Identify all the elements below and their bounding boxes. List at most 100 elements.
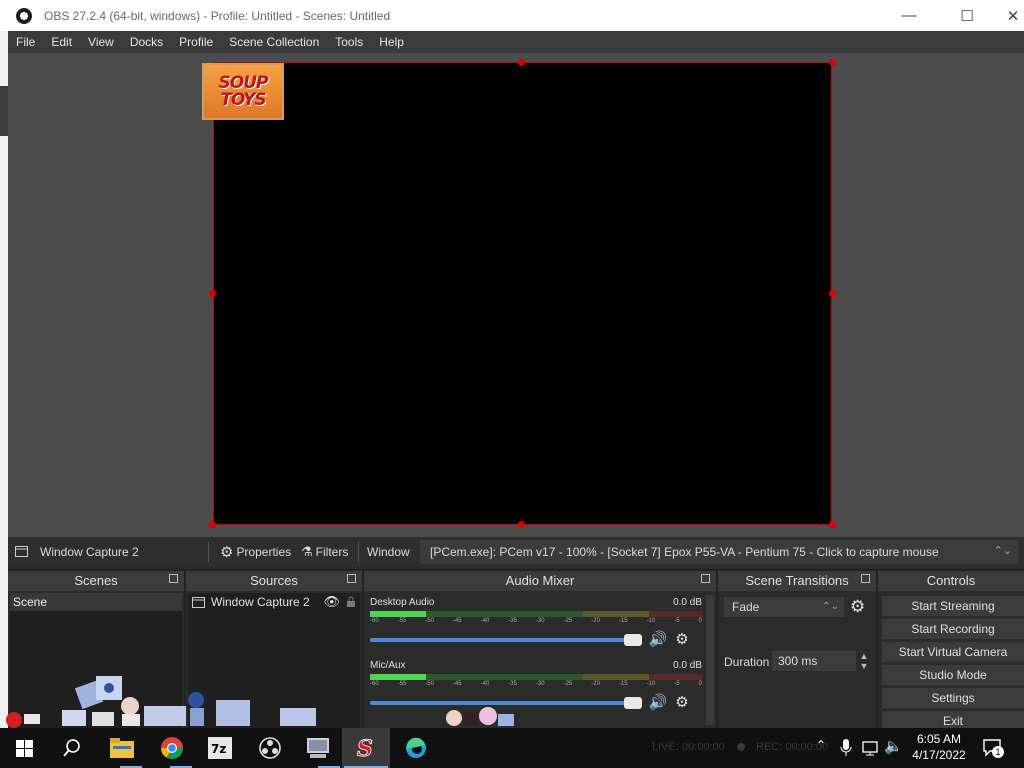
resize-handle-top[interactable] — [518, 59, 525, 66]
window-select[interactable]: [PCem.exe]: PCem v17 - 100% - [Socket 7]… — [420, 540, 1018, 564]
source-item[interactable]: Window Capture 2 👁 — [188, 593, 360, 611]
resize-handle-top-right[interactable] — [829, 59, 836, 66]
taskbar-obs[interactable] — [246, 728, 294, 768]
undock-icon[interactable] — [347, 574, 356, 583]
speaker-icon[interactable]: 🔊 — [648, 631, 668, 649]
scene-transitions-title: Scene Transitions — [745, 573, 849, 588]
tick: -60 — [370, 618, 379, 624]
track-db: 0.0 dB — [673, 660, 702, 671]
undock-icon[interactable] — [169, 574, 178, 583]
volume-slider-knob[interactable] — [624, 634, 642, 646]
gear-icon[interactable]: ⚙ — [850, 597, 865, 617]
resize-handle-right[interactable] — [829, 290, 836, 297]
soup-toys-logo: SOUP TOYS — [202, 63, 284, 120]
tick: 0 — [698, 681, 702, 687]
resize-handle-bottom[interactable] — [518, 521, 525, 528]
sources-title: Sources — [250, 573, 298, 588]
settings-button[interactable]: Settings — [882, 688, 1024, 708]
start-recording-button[interactable]: Start Recording — [882, 619, 1024, 639]
menu-help[interactable]: Help — [371, 31, 412, 53]
start-streaming-button[interactable]: Start Streaming — [882, 596, 1024, 616]
folder-icon — [110, 738, 134, 758]
toolbar-divider — [208, 542, 209, 562]
exit-button[interactable]: Exit — [882, 711, 1024, 728]
menu-docks[interactable]: Docks — [122, 31, 171, 53]
controls-header: Controls — [878, 571, 1024, 591]
scenes-title: Scenes — [74, 573, 118, 588]
chevron-updown-icon: ⌃⌄ — [993, 545, 1012, 557]
menu-profile[interactable]: Profile — [171, 31, 221, 53]
taskbar-edge[interactable] — [392, 728, 440, 768]
volume-meter — [370, 611, 702, 617]
transition-select[interactable]: Fade ⌃⌄ — [724, 597, 844, 617]
menu-tools[interactable]: Tools — [327, 31, 371, 53]
taskbar-soup-toys[interactable]: S — [342, 728, 390, 768]
notifications-button[interactable]: 1 — [982, 738, 1004, 758]
window-capture-icon — [15, 546, 28, 557]
undock-icon[interactable] — [701, 574, 710, 583]
duration-stepper[interactable]: ▲ ▼ — [858, 651, 870, 671]
tick: -25 — [563, 618, 573, 624]
scene-transitions-dock: Scene Transitions Duration 300 ms ▲ ▼ ⚙ — [718, 571, 876, 728]
clock-time: 6:05 AM — [916, 732, 962, 746]
tick: -10 — [646, 618, 656, 624]
toolbar-divider — [358, 542, 359, 562]
preview-canvas[interactable] — [213, 62, 832, 525]
background-window-edge — [0, 31, 8, 728]
gear-icon[interactable]: ⚙ — [672, 631, 692, 649]
taskbar-file-explorer[interactable] — [98, 728, 146, 768]
background-edge-notch — [0, 86, 8, 136]
live-status: LIVE: 00:00:00 — [652, 741, 725, 753]
taskbar-chrome[interactable] — [148, 728, 196, 768]
speaker-icon[interactable]: 🔊 — [648, 694, 668, 712]
tick: -50 — [425, 618, 434, 624]
maximize-button[interactable]: ☐ — [944, 0, 990, 31]
meter-ticks: -60 -55 -50 -45 -40 -35 -30 -25 -20 -15 -10 -5 0 — [370, 618, 702, 628]
audio-mixer-header: Audio Mixer — [364, 571, 716, 591]
resize-handle-left[interactable] — [209, 290, 216, 297]
minimize-button[interactable]: — — [886, 0, 932, 31]
menu-file[interactable]: File — [8, 31, 43, 53]
tick: -25 — [563, 681, 573, 687]
network-icon[interactable] — [862, 740, 880, 756]
window-label: Window — [367, 545, 410, 559]
studio-mode-button[interactable]: Studio Mode — [882, 665, 1024, 685]
filters-label: Filters — [315, 545, 349, 559]
scene-item[interactable]: Scene — [10, 593, 182, 611]
filters-button[interactable]: ⚗ Filters — [301, 544, 348, 560]
start-virtual-camera-button[interactable]: Start Virtual Camera — [882, 642, 1024, 662]
gear-icon: ⚙ — [220, 544, 234, 561]
mixer-scrollbar[interactable] — [706, 595, 714, 725]
resize-handle-bottom-right[interactable] — [829, 521, 836, 528]
menu-edit[interactable]: Edit — [43, 31, 80, 53]
duration-input[interactable]: 300 ms — [772, 651, 856, 671]
properties-button[interactable]: ⚙ Properties — [220, 543, 291, 561]
start-button[interactable] — [0, 728, 48, 768]
menu-scene-collection[interactable]: Scene Collection — [221, 31, 327, 53]
7zip-icon: 7z — [208, 737, 232, 759]
volume-slider[interactable] — [370, 634, 642, 646]
volume-slider-knob[interactable] — [624, 697, 642, 709]
controls-title: Controls — [926, 573, 976, 588]
system-clock[interactable]: 6:05 AM 4/17/2022 — [906, 731, 972, 763]
menu-view[interactable]: View — [80, 31, 122, 53]
taskbar-pcem[interactable] — [294, 728, 342, 768]
desktop-mascots-mixer — [446, 707, 514, 726]
chevron-up-icon[interactable]: ⌃ — [816, 738, 826, 752]
search-button[interactable] — [48, 728, 96, 768]
microphone-icon[interactable] — [840, 739, 852, 757]
eye-icon[interactable]: 👁 — [323, 593, 340, 611]
scene-transitions-header: Scene Transitions — [718, 571, 876, 591]
notification-count: 1 — [992, 746, 1004, 758]
window-select-value: [PCem.exe]: PCem v17 - 100% - [Socket 7]… — [430, 545, 939, 559]
close-button[interactable]: ✕ — [990, 0, 1024, 31]
undock-icon[interactable] — [861, 574, 870, 583]
taskbar-7zip[interactable]: 7z — [196, 728, 244, 768]
resize-handle-bottom-left[interactable] — [209, 521, 216, 528]
volume-icon[interactable]: 🔈 — [884, 737, 903, 755]
gear-icon[interactable]: ⚙ — [672, 694, 692, 712]
lock-icon[interactable] — [346, 596, 356, 608]
selected-source-name: Window Capture 2 — [40, 545, 139, 559]
source-item-label: Window Capture 2 — [211, 595, 310, 609]
tick: -20 — [591, 681, 600, 687]
